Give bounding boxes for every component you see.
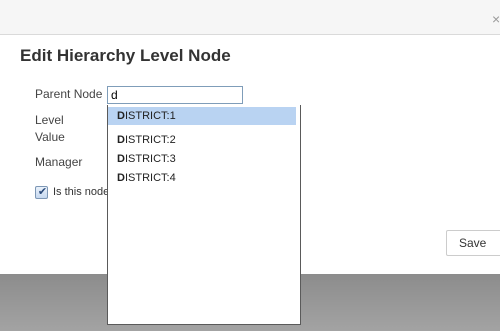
close-icon[interactable]: ×: [492, 12, 500, 26]
parent-node-autocomplete[interactable]: DISTRICT:1 DISTRICT:2 DISTRICT:3 DISTRIC…: [107, 105, 301, 325]
checkmark-icon: ✔: [37, 186, 48, 198]
autocomplete-item-district-4[interactable]: DISTRICT:4: [108, 169, 296, 187]
node-checkbox[interactable]: ✔: [35, 186, 48, 199]
dialog: × Edit Hierarchy Level Node Parent Node …: [0, 0, 500, 331]
manager-label: Manager: [35, 155, 83, 169]
dialog-title: Edit Hierarchy Level Node: [20, 46, 231, 65]
parent-node-input[interactable]: [107, 86, 243, 104]
autocomplete-item-district-1[interactable]: DISTRICT:1: [108, 107, 296, 125]
autocomplete-item-district-2[interactable]: DISTRICT:2: [108, 131, 296, 149]
autocomplete-item-district-3[interactable]: DISTRICT:3: [108, 150, 296, 168]
checkbox-label: Is this node: [53, 186, 107, 198]
dialog-titlebar: ×: [0, 0, 500, 35]
level-label: Level: [35, 113, 64, 127]
parent-node-label: Parent Node: [35, 87, 103, 101]
value-label: Value: [35, 130, 65, 144]
save-button[interactable]: Save: [446, 230, 500, 256]
